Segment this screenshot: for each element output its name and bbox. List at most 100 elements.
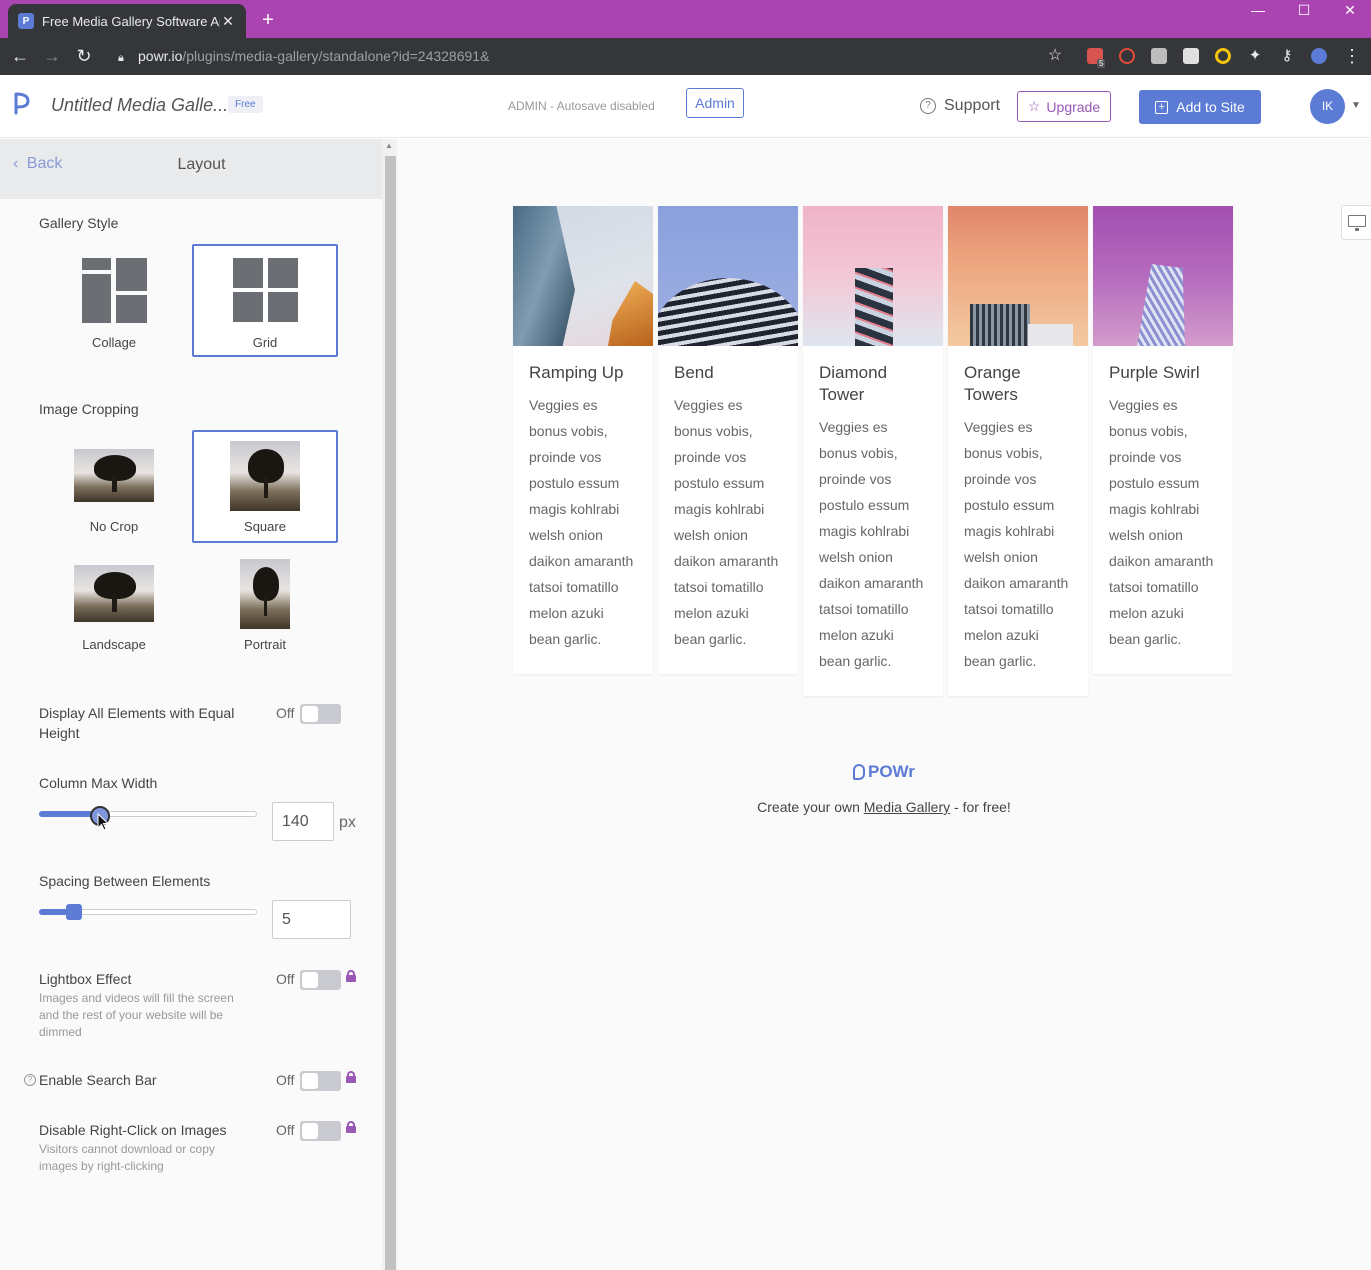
portrait-label: Portrait (244, 637, 286, 652)
gallery-card[interactable]: Ramping Up Veggies es bonus vobis, proin… (513, 206, 653, 674)
tab-close-icon[interactable]: ✕ (220, 13, 236, 30)
extension-icon[interactable] (1151, 48, 1167, 64)
gallery-style-label: Gallery Style (39, 215, 119, 231)
url-path: /plugins/media-gallery/standalone?id=243… (182, 48, 490, 64)
card-description: Veggies es bonus vobis, proinde vos post… (964, 419, 1069, 669)
grid-option[interactable]: Grid (192, 244, 338, 357)
question-icon: ? (920, 98, 936, 114)
search-bar-state: Off (276, 1072, 295, 1088)
right-click-description: Visitors cannot download or copy images … (39, 1142, 215, 1173)
forward-arrow-icon[interactable]: → (40, 44, 64, 68)
card-description: Veggies es bonus vobis, proinde vos post… (529, 397, 634, 647)
spacing-input[interactable]: 5 (272, 900, 351, 939)
collage-label: Collage (91, 335, 137, 350)
card-description: Veggies es bonus vobis, proinde vos post… (674, 397, 779, 647)
landscape-option[interactable]: Landscape (41, 549, 187, 662)
profile-icon[interactable] (1311, 48, 1327, 64)
grid-block (233, 258, 263, 288)
create-your-own-line: Create your own Media Gallery - for free… (397, 799, 1371, 815)
lock-icon[interactable] (346, 970, 356, 982)
back-arrow-icon[interactable]: ← (8, 44, 32, 68)
help-icon[interactable]: ? (24, 1074, 36, 1086)
star-icon: ☆ (1027, 98, 1041, 114)
app-title[interactable]: Untitled Media Galle... (51, 95, 228, 116)
equal-height-toggle[interactable] (300, 704, 341, 724)
bookmark-star-icon[interactable]: ☆ (1043, 44, 1067, 68)
card-title: Diamond Tower (819, 363, 888, 404)
new-tab-icon[interactable]: + (258, 8, 278, 32)
settings-sidebar: ‹ Back Layout Gallery Style Collage Grid… (0, 139, 382, 1270)
admin-button[interactable]: Admin (686, 88, 744, 118)
puzzle-icon[interactable]: ✦ (1243, 44, 1267, 68)
support-link[interactable]: ? Support (920, 97, 1000, 115)
create-prefix: Create your own (757, 799, 864, 815)
gallery-card[interactable]: Diamond Tower Veggies es bonus vobis, pr… (803, 206, 943, 696)
maximize-icon[interactable]: ☐ (1281, 0, 1327, 22)
tree-thumbnail (74, 565, 154, 622)
square-option[interactable]: Square (192, 430, 338, 543)
block-extension-icon[interactable] (1119, 48, 1135, 64)
powr-logo-icon[interactable] (12, 91, 32, 117)
media-gallery-link[interactable]: Media Gallery (864, 799, 950, 815)
diamond-tower-photo (803, 206, 943, 346)
add-to-site-label: Add to Site (1176, 99, 1245, 115)
spacing-label: Spacing Between Elements (39, 873, 211, 889)
key-icon[interactable]: ⚷ (1275, 44, 1299, 68)
lightbox-toggle[interactable] (300, 970, 341, 990)
color-extension-icon[interactable] (1215, 48, 1231, 64)
landscape-label: Landscape (82, 637, 146, 652)
search-bar-toggle[interactable] (300, 1071, 341, 1091)
reload-icon[interactable]: ↻ (72, 44, 96, 68)
grid-block (268, 258, 298, 288)
portrait-option[interactable]: Portrait (192, 549, 338, 662)
card-title: Purple Swirl (1109, 363, 1200, 382)
column-width-input[interactable]: 140 (272, 802, 334, 841)
admin-status: ADMIN - Autosave disabled (508, 99, 655, 113)
create-suffix: - for free! (950, 799, 1011, 815)
toggle-knob (302, 706, 318, 722)
upgrade-label: Upgrade (1046, 98, 1101, 115)
equal-height-state: Off (276, 705, 295, 721)
lock-icon[interactable] (346, 1071, 356, 1083)
tree-thumbnail (74, 449, 154, 502)
powr-brand-label: POWr (868, 762, 915, 781)
no-crop-option[interactable]: No Crop (41, 430, 187, 543)
collage-option[interactable]: Collage (41, 244, 187, 357)
app-header: Untitled Media Galle... Free ADMIN - Aut… (0, 75, 1371, 138)
grid-block (233, 292, 263, 322)
url-host: powr.io (138, 48, 183, 64)
lock-icon[interactable] (346, 1121, 356, 1133)
upgrade-button[interactable]: ☆ Upgrade (1017, 91, 1111, 122)
extension-icon[interactable] (1183, 48, 1199, 64)
gallery-card[interactable]: Bend Veggies es bonus vobis, proinde vos… (658, 206, 798, 674)
card-title: Ramping Up (529, 363, 624, 382)
add-to-site-button[interactable]: + Add to Site (1139, 90, 1261, 124)
gallery-card[interactable]: Orange Towers Veggies es bonus vobis, pr… (948, 206, 1088, 696)
desktop-preview-button[interactable] (1341, 205, 1371, 240)
plus-box-icon: + (1155, 100, 1169, 114)
minimize-icon[interactable]: — (1235, 0, 1281, 22)
close-window-icon[interactable]: ✕ (1327, 0, 1371, 22)
chevron-down-icon[interactable]: ▼ (1351, 100, 1361, 111)
right-click-toggle[interactable] (300, 1121, 341, 1141)
lock-icon: 🔒︎ (118, 52, 124, 64)
gallery-card[interactable]: Purple Swirl Veggies es bonus vobis, pro… (1093, 206, 1233, 674)
browser-titlebar: P Free Media Gallery Software Appl ✕ + —… (0, 0, 1371, 38)
monitor-icon (1348, 215, 1366, 227)
avatar[interactable]: IK (1310, 89, 1345, 124)
browser-tab[interactable]: P Free Media Gallery Software Appl ✕ (8, 4, 246, 38)
equal-height-label: Display All Elements with Equal Height (39, 705, 235, 741)
card-description: Veggies es bonus vobis, proinde vos post… (1109, 397, 1214, 647)
powr-brand[interactable]: POWr (853, 762, 915, 782)
lightbox-description: Images and videos will fill the screen a… (39, 991, 234, 1039)
scrollbar-thumb[interactable] (385, 156, 396, 1270)
support-label: Support (944, 97, 1001, 114)
scroll-up-icon[interactable]: ▲ (385, 141, 393, 150)
mouse-pointer-icon (97, 813, 109, 831)
search-bar-label: Enable Search Bar (39, 1072, 157, 1088)
menu-dots-icon[interactable]: ⋮ (1340, 44, 1364, 68)
address-bar[interactable]: 🔒︎ powr.io/plugins/media-gallery/standalo… (118, 44, 489, 68)
spacing-slider-handle[interactable] (65, 904, 82, 920)
toggle-knob (302, 1123, 318, 1139)
px-unit: px (339, 814, 356, 831)
